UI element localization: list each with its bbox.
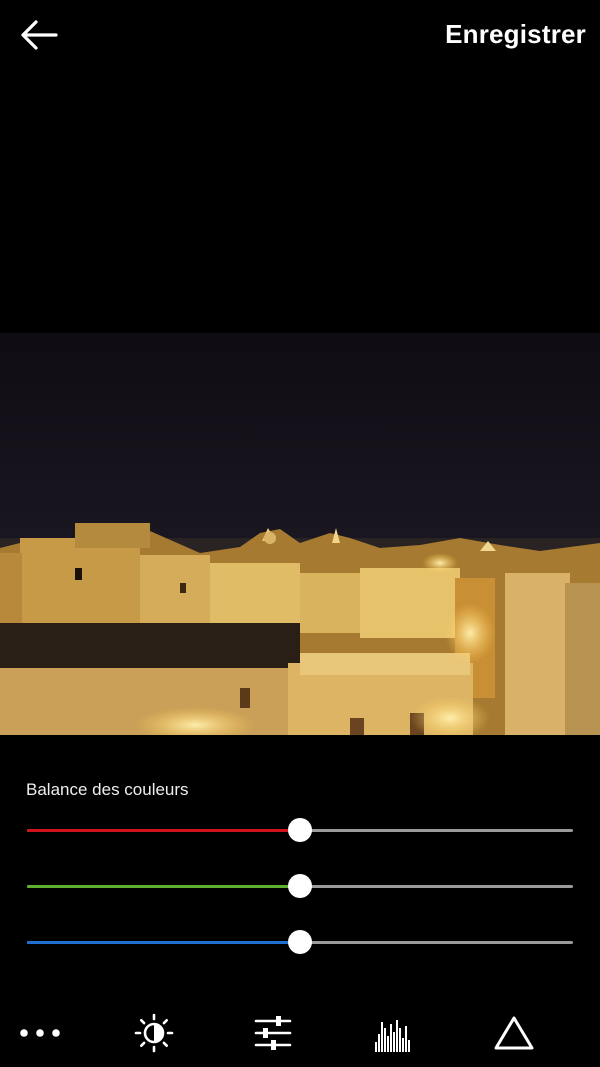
bottom-toolbar xyxy=(0,1000,600,1067)
histogram-icon xyxy=(375,1020,410,1052)
slider-fill xyxy=(27,885,300,888)
color-balance-title: Balance des couleurs xyxy=(26,780,189,799)
sliders-icon xyxy=(254,1016,292,1050)
top-bar: Enregistrer xyxy=(0,0,600,72)
brightness-icon xyxy=(134,1013,174,1053)
blue-balance-slider[interactable] xyxy=(27,927,573,957)
save-button[interactable]: Enregistrer xyxy=(445,18,586,50)
more-button[interactable] xyxy=(15,1008,65,1058)
slider-knob[interactable] xyxy=(288,874,312,898)
brightness-button[interactable] xyxy=(129,1008,179,1058)
triangle-button[interactable] xyxy=(489,1008,539,1058)
histogram-button[interactable] xyxy=(368,1008,418,1058)
photo-preview xyxy=(0,333,600,735)
green-balance-slider[interactable] xyxy=(27,871,573,901)
triangle-icon xyxy=(494,1016,534,1050)
slider-knob[interactable] xyxy=(288,818,312,842)
more-dots-icon xyxy=(20,1029,60,1037)
slider-knob[interactable] xyxy=(288,930,312,954)
back-button[interactable] xyxy=(18,18,60,52)
arrow-left-icon xyxy=(21,20,58,50)
red-balance-slider[interactable] xyxy=(27,815,573,845)
slider-fill xyxy=(27,941,300,944)
adjustments-button[interactable] xyxy=(248,1008,298,1058)
slider-fill xyxy=(27,829,300,832)
